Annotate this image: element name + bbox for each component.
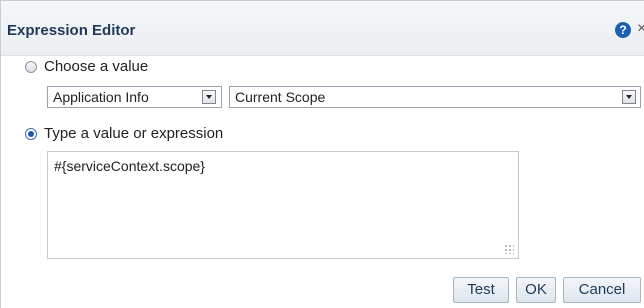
category-select[interactable]: Application Info [47,86,222,108]
close-icon[interactable]: × [637,20,644,38]
resize-grip-icon[interactable] [504,244,514,254]
help-icon[interactable]: ? [615,22,631,38]
cancel-button[interactable]: Cancel [563,277,641,303]
type-expression-radio[interactable] [25,127,37,140]
expression-textarea[interactable]: #{serviceContext.scope} [47,151,519,259]
chevron-down-icon[interactable] [622,90,636,104]
expression-value: #{serviceContext.scope} [54,158,205,174]
type-expression-option[interactable]: Type a value or expression [25,125,223,142]
choose-value-option[interactable]: Choose a value [25,58,148,75]
category-select-value: Application Info [53,89,149,105]
dialog-titlebar: Expression Editor ? × [1,0,644,56]
choose-value-label: Choose a value [44,58,149,75]
choose-value-radio[interactable] [25,60,37,73]
ok-button[interactable]: OK [516,277,556,303]
chevron-down-icon[interactable] [202,90,216,104]
scope-select[interactable]: Current Scope [229,86,641,108]
dialog-title: Expression Editor [7,22,136,39]
type-expression-label: Type a value or expression [44,125,224,142]
scope-select-value: Current Scope [235,89,326,105]
test-button[interactable]: Test [453,277,509,303]
expression-editor-dialog: Expression Editor ? × Choose a value App… [0,0,644,308]
